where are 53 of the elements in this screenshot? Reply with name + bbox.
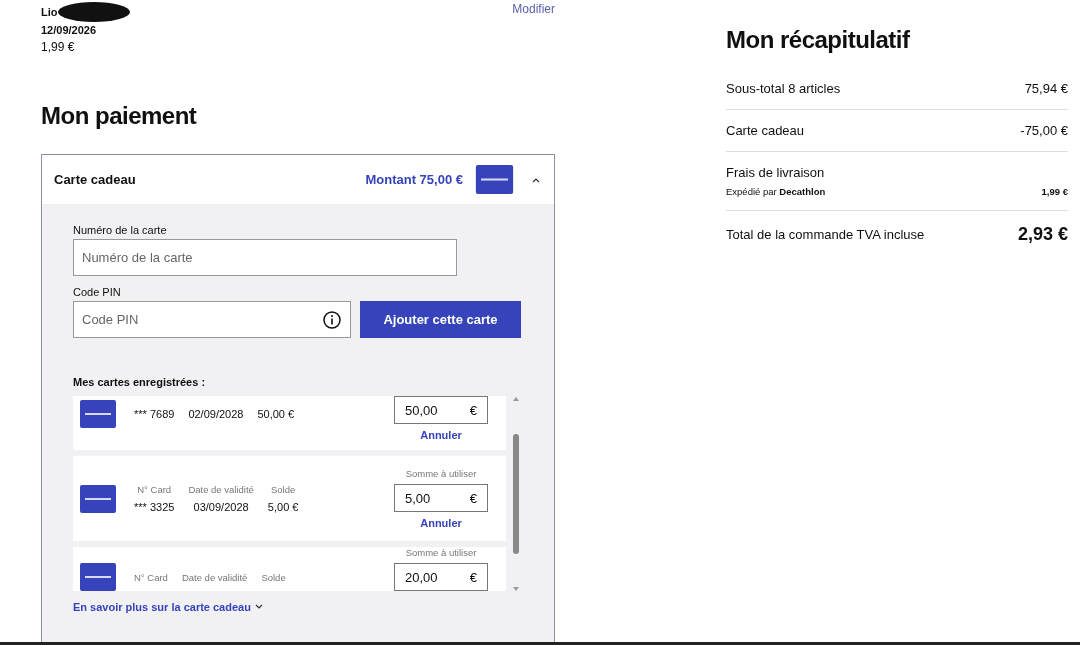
summary-label: Carte cadeau	[726, 123, 805, 138]
card-info-label: N° Card	[134, 571, 168, 583]
summary-total: 2,93 €	[1017, 224, 1068, 245]
summary-label: Total de la commande TVA incluse	[726, 227, 925, 242]
scrollbar[interactable]	[510, 396, 522, 592]
card-info-value: 5,00 €	[267, 501, 299, 513]
card-info-label: Solde	[271, 484, 296, 495]
cancel-link[interactable]: Annuler	[420, 429, 462, 441]
summary-value: 75,94 €	[1024, 81, 1068, 96]
scroll-up-icon[interactable]	[512, 396, 520, 402]
card-info-value: *** 7689	[134, 408, 175, 420]
card-info-label: N° Card	[137, 484, 172, 495]
chevron-icon	[254, 604, 263, 610]
add-card-button[interactable]: Ajouter cette carte	[360, 301, 521, 338]
amount-field[interactable]: 20,00 €	[394, 563, 488, 591]
card-info-value: *** 3325	[134, 501, 175, 513]
payment-heading: Mon paiement	[41, 102, 198, 130]
card-logo-icon	[80, 484, 116, 513]
chevron-icon	[532, 176, 540, 183]
cancel-link[interactable]: Annuler	[420, 517, 462, 529]
gift-card-header[interactable]: Carte cadeau Montant 75,00 €	[42, 155, 554, 204]
info-icon[interactable]	[323, 311, 341, 329]
delivery-price: 1,99 €	[41, 40, 76, 54]
summary-label: Frais de livraison	[726, 165, 826, 180]
field-label: Code PIN	[73, 286, 122, 298]
recipient-name: Lio	[41, 6, 58, 18]
summary-label: Sous-total 8 articles	[726, 81, 841, 96]
more-info-link[interactable]: En savoir plus sur la carte cadeau	[73, 601, 522, 613]
summary-value: -75,00 €	[1020, 123, 1068, 138]
amount-field[interactable]: 50,00 €	[394, 396, 488, 424]
card-number-field[interactable]: Numéro de la carte	[73, 239, 457, 276]
card-info-label: Date de validité	[188, 484, 254, 495]
scroll-down-icon[interactable]	[512, 586, 520, 592]
card-info-value: 50,00 €	[257, 408, 295, 420]
card-info-label: Date de validité	[181, 571, 248, 583]
field-label: Numéro de la carte	[73, 224, 168, 236]
summary-value: 1,99 €	[1041, 186, 1068, 197]
delivery-date: 12/09/2026	[41, 24, 98, 36]
amount-label: Somme à utiliser	[405, 468, 477, 479]
amount-field[interactable]: 5,00 €	[394, 484, 488, 512]
pin-field[interactable]: Code PIN	[73, 301, 351, 338]
gift-card-amount: Montant 75,00 €	[365, 172, 463, 187]
saved-cards-title: Mes cartes enregistrées :	[73, 376, 207, 388]
shipping-note: Expédié par Decathlon	[726, 186, 826, 197]
card-logo-icon	[80, 400, 116, 428]
summary-heading: Mon récapitulatif	[726, 26, 911, 54]
amount-label: Somme à utiliser	[405, 547, 477, 558]
card-logo-icon	[473, 165, 516, 194]
edit-link[interactable]: Modifier	[512, 2, 555, 54]
gift-card-title: Carte cadeau	[54, 172, 137, 187]
card-info-value: 03/09/2028	[193, 501, 249, 513]
card-info-value: 02/09/2028	[188, 408, 244, 420]
card-info-label: Solde	[261, 571, 286, 583]
